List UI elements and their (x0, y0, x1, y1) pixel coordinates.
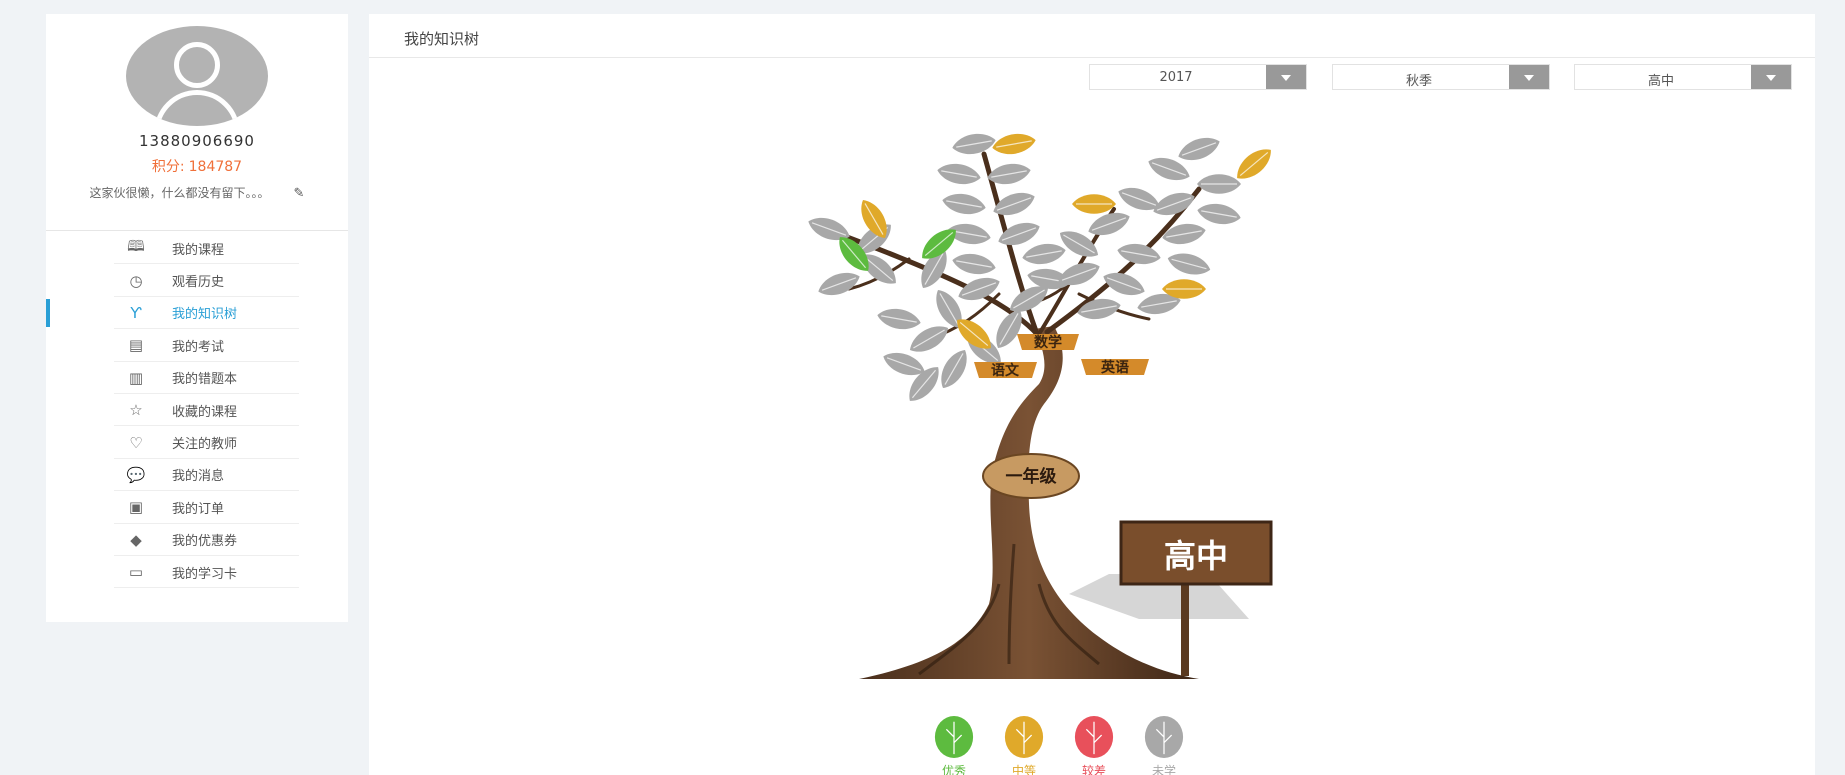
sidebar-item-study-card[interactable]: ▭ 我的学习卡 (46, 556, 348, 589)
season-select[interactable]: 秋季 (1332, 64, 1550, 90)
avatar-head-icon (174, 42, 220, 88)
signature-text: 这家伙很懒，什么都没有留下。。。 (89, 186, 270, 200)
exam-icon: ▤ (128, 336, 144, 355)
subject-tag-label: 语文 (991, 362, 1020, 379)
leaf-icon (934, 716, 974, 758)
main-panel: 我的知识树 2017 秋季 高中 数学 语文 英语 一年级 高中 优秀 中等 较… (369, 14, 1815, 775)
subject-tag-english[interactable]: 英语 (1081, 359, 1149, 376)
sidebar-item-my-messages[interactable]: 💬 我的消息 (46, 459, 348, 492)
legend-item-medium: 中等 (994, 714, 1054, 775)
sidebar-item-label: 我的优惠券 (172, 534, 238, 550)
legend-item-unlearned: 未学 (1134, 714, 1194, 775)
user-points: 积分: 184787 (46, 156, 348, 176)
coupon-icon: ◆ (130, 530, 142, 549)
leaf-icon (1144, 716, 1184, 758)
sidebar-item-label: 我的课程 (172, 242, 225, 258)
legend-item-poor: 较差 (1064, 714, 1124, 775)
leaf-legend: 优秀 中等 较差 未学 (924, 714, 1194, 775)
sidebar-item-my-orders[interactable]: ▣ 我的订单 (46, 491, 348, 524)
tree-trunk (859, 326, 1199, 679)
level-select-value: 高中 (1647, 74, 1674, 89)
points-label: 积分: (151, 159, 185, 175)
sidebar-item-followed-teachers[interactable]: ♡ 关注的教师 (46, 426, 348, 460)
sidebar-item-label: 观看历史 (172, 275, 225, 291)
leaf-icon (1074, 716, 1114, 758)
sidebar-item-label: 我的学习卡 (172, 566, 238, 582)
chevron-down-icon[interactable] (1751, 65, 1791, 89)
order-icon: ▣ (128, 498, 144, 517)
grade-sign-label: 一年级 (1006, 466, 1057, 487)
sidebar-item-my-coupons[interactable]: ◆ 我的优惠券 (46, 524, 348, 557)
heart-icon: ♡ (129, 433, 143, 452)
legend-label: 中等 (1011, 764, 1036, 775)
clock-icon: ◷ (129, 271, 143, 290)
legend-item-excellent: 优秀 (924, 714, 984, 775)
sidebar-item-knowledge-tree[interactable]: Ƴ 我的知识树 (46, 297, 348, 330)
chevron-down-icon[interactable] (1509, 65, 1549, 89)
subject-tag-chinese[interactable]: 语文 (974, 362, 1037, 379)
level-select[interactable]: 高中 (1574, 64, 1792, 90)
points-value: 184787 (188, 159, 243, 175)
sidebar-item-label: 我的错题本 (172, 372, 238, 388)
subject-tag-label: 数学 (1034, 334, 1062, 351)
season-select-value: 秋季 (1405, 74, 1432, 89)
legend-label: 较差 (1081, 764, 1106, 775)
sidebar-item-my-exams[interactable]: ▤ 我的考试 (46, 329, 348, 362)
chevron-down-icon[interactable] (1266, 65, 1306, 89)
page-title: 我的知识树 (404, 30, 480, 48)
sidebar-item-label: 收藏的课程 (172, 404, 238, 420)
message-icon: 💬 (126, 465, 146, 484)
level-sign-label: 高中 (1164, 537, 1228, 575)
sidebar-item-favorite-courses[interactable]: ☆ 收藏的课程 (46, 394, 348, 427)
sidebar-item-label: 我的考试 (172, 339, 225, 355)
menu-divider (46, 230, 348, 231)
avatar[interactable] (126, 26, 268, 126)
sidebar-item-label: 关注的教师 (172, 437, 238, 453)
leaf-icon (1004, 716, 1044, 758)
user-phone: 13880906690 (139, 132, 255, 150)
notebook-icon: ▥ (128, 368, 144, 387)
user-signature: 这家伙很懒，什么都没有留下。。。 ✎ (86, 182, 308, 205)
sidebar-item-label: 我的订单 (172, 501, 225, 517)
pencil-icon[interactable]: ✎ (294, 183, 305, 205)
subject-tag-label: 英语 (1100, 359, 1129, 376)
tree-icon: Ƴ (130, 303, 142, 322)
avatar-body-icon (154, 90, 240, 126)
sidebar-item-mistake-book[interactable]: ▥ 我的错题本 (46, 362, 348, 395)
sidebar-item-label: 我的知识树 (172, 307, 238, 323)
legend-label: 优秀 (941, 764, 966, 775)
main-header: 我的知识树 (369, 14, 1815, 58)
year-select-value: 2017 (1159, 70, 1193, 85)
sidebar-menu: 🕮 我的课程 ◷ 观看历史 Ƴ 我的知识树 ▤ 我的考试 ▥ 我的错题本 ☆ 收藏的课程 ♡… (46, 232, 348, 589)
card-icon: ▭ (128, 563, 144, 582)
book-icon: 🕮 (127, 236, 145, 255)
sidebar-item-label: 我的消息 (172, 469, 225, 485)
sidebar: 13880906690 积分: 184787 这家伙很懒，什么都没有留下。。。 ✎ … (46, 14, 348, 622)
subject-tag-math[interactable]: 数学 (1017, 334, 1079, 351)
year-select[interactable]: 2017 (1089, 64, 1307, 90)
legend-label: 未学 (1151, 764, 1176, 775)
sidebar-item-watch-history[interactable]: ◷ 观看历史 (46, 264, 348, 298)
grade-sign[interactable]: 一年级 (982, 453, 1080, 499)
knowledge-tree: 数学 语文 英语 一年级 高中 (804, 129, 1278, 679)
star-icon: ☆ (129, 401, 143, 420)
sidebar-item-my-courses[interactable]: 🕮 我的课程 (46, 232, 348, 265)
